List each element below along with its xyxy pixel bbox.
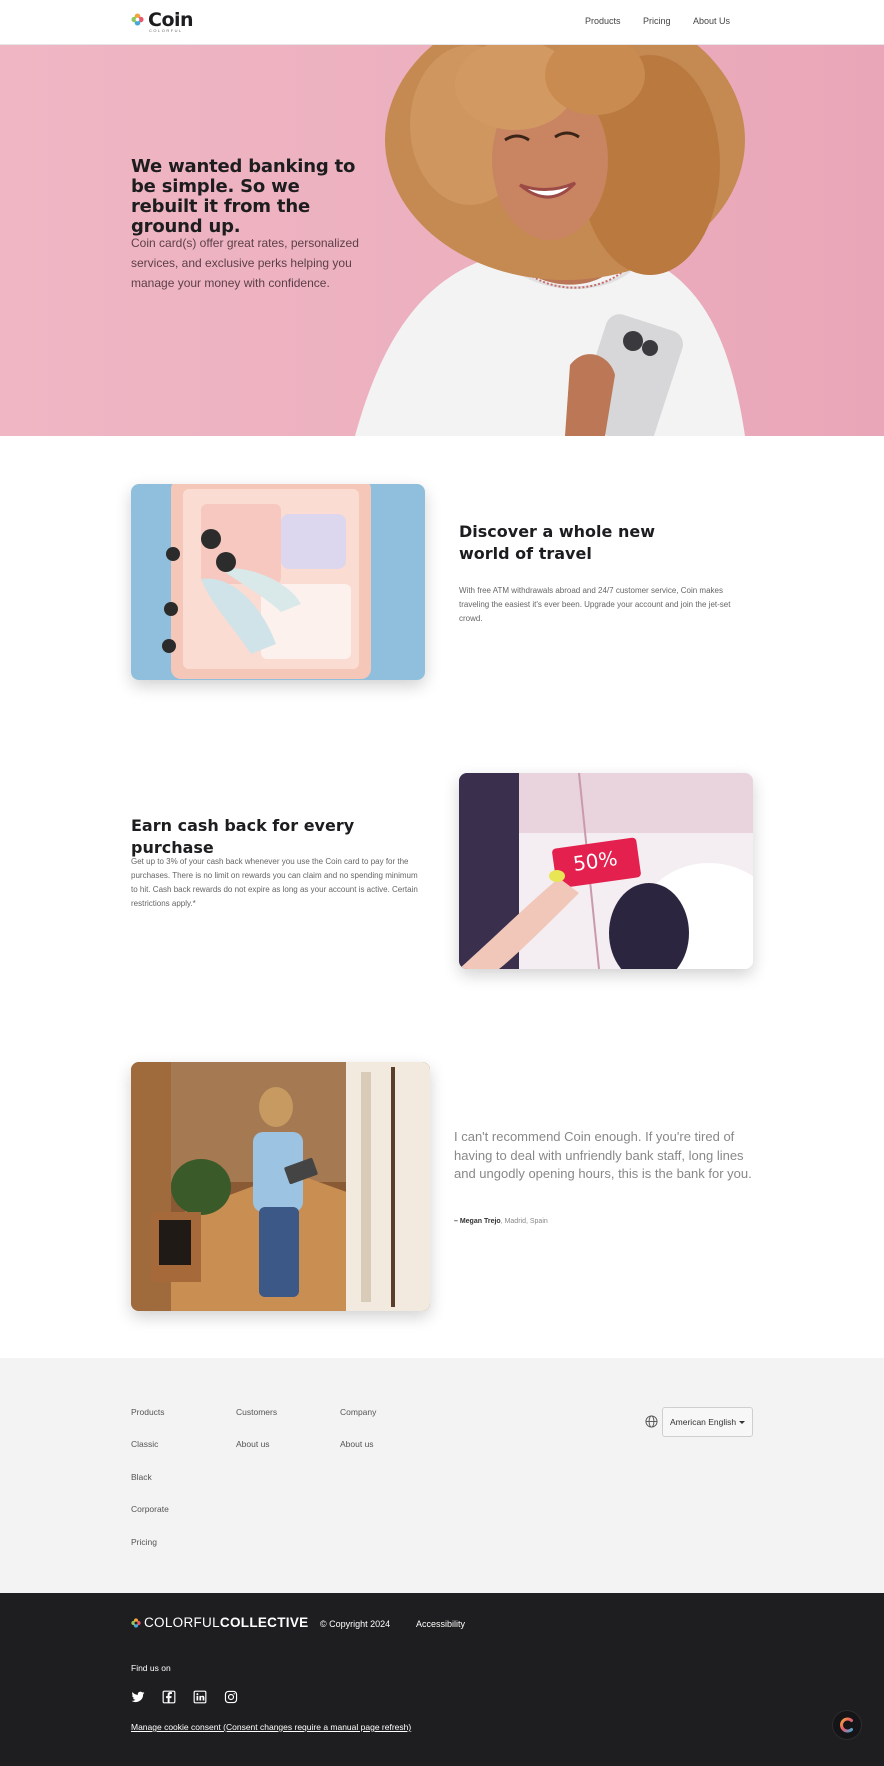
footer-link-corporate[interactable]: Corporate — [131, 1504, 169, 1514]
copyright-text: © Copyright 2024 — [320, 1619, 391, 1629]
travel-body: With free ATM withdrawals abroad and 24/… — [459, 586, 731, 623]
flower-logo-icon — [131, 1618, 141, 1628]
suitcase-illustration — [131, 484, 425, 680]
chat-c-logo-icon — [840, 1717, 853, 1733]
hero-section: We wanted banking to be simple. So we re… — [0, 45, 884, 436]
footer-link-company[interactable]: Company — [340, 1407, 376, 1417]
footer-link-pricing[interactable]: Pricing — [131, 1537, 157, 1547]
office-walk-illustration — [131, 1062, 430, 1311]
travel-title: Discover a whole new world of travel — [459, 522, 655, 563]
language-select[interactable]: American English — [662, 1407, 753, 1437]
cashback-body: Get up to 3% of your cash back whenever … — [131, 857, 418, 908]
footer-link-black[interactable]: Black — [131, 1472, 152, 1482]
linkedin-icon[interactable] — [193, 1690, 207, 1704]
language-select-value: American English — [670, 1417, 737, 1427]
footer-bottom: COLORFULCOLLECTIVE © Copyright 2024 Acce… — [0, 1593, 884, 1766]
nav-pricing[interactable]: Pricing — [643, 16, 671, 26]
testimonial-woman-image — [131, 1062, 430, 1311]
brand-wordmark: COLORFULCOLLECTIVE — [144, 1615, 308, 1630]
instagram-icon[interactable] — [224, 1690, 238, 1704]
cashback-title: Earn cash back for every purchase — [131, 816, 355, 857]
chevron-down-icon — [739, 1421, 745, 1424]
find-us-label: Find us on — [131, 1663, 171, 1673]
hero-title: We wanted banking to be simple. So we re… — [131, 156, 356, 237]
footer-link-classic[interactable]: Classic — [131, 1439, 158, 1449]
sale-tag-image: 50% — [459, 773, 753, 969]
accessibility-link[interactable]: Accessibility — [416, 1619, 465, 1629]
nav-products[interactable]: Products — [585, 16, 621, 26]
footer-link-products[interactable]: Products — [131, 1407, 165, 1417]
facebook-icon[interactable] — [162, 1690, 176, 1704]
globe-icon — [645, 1415, 658, 1428]
brand-bold: COLLECTIVE — [219, 1615, 309, 1630]
author-location: , Madrid, Spain — [500, 1218, 548, 1225]
nav-about-us[interactable]: About Us — [693, 16, 730, 26]
footer-link-company-about[interactable]: About us — [340, 1439, 374, 1449]
hero-woman-image — [355, 45, 745, 436]
travel-suitcase-image — [131, 484, 425, 680]
logo-subtitle: COLORFUL — [149, 28, 183, 33]
brand-light: COLORFUL — [144, 1615, 220, 1630]
footer-link-customers-about[interactable]: About us — [236, 1439, 270, 1449]
chat-widget-button[interactable] — [833, 1711, 861, 1739]
footer-link-customers[interactable]: Customers — [236, 1407, 277, 1417]
author-name: – Megan Trejo — [454, 1218, 501, 1225]
testimonial-author: – Megan Trejo, Madrid, Spain — [454, 1218, 548, 1225]
site-header: Coin COLORFUL Products Pricing About Us — [0, 0, 884, 45]
testimonial-quote: I can't recommend Coin enough. If you're… — [454, 1129, 752, 1181]
hero-body: Coin card(s) offer great rates, personal… — [131, 236, 359, 290]
flower-logo-icon — [131, 13, 144, 26]
manage-cookie-consent-link[interactable]: Manage cookie consent (Consent changes r… — [131, 1722, 411, 1732]
twitter-icon[interactable] — [131, 1690, 145, 1704]
